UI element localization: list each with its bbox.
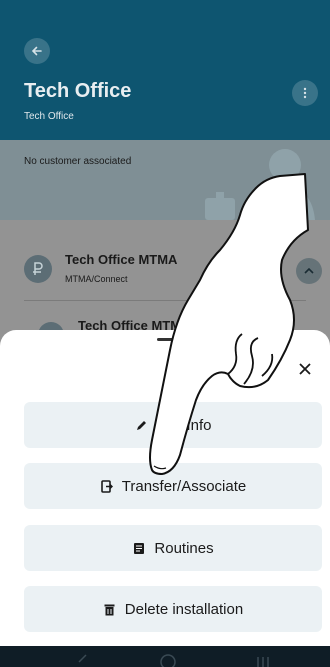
- more-options-button[interactable]: [292, 80, 318, 106]
- action-label: Routines: [154, 539, 214, 557]
- trash-icon: [103, 602, 117, 616]
- back-button[interactable]: [24, 38, 50, 64]
- back-nav-icon[interactable]: [76, 654, 90, 667]
- home-nav-icon[interactable]: [160, 652, 176, 667]
- action-label: Delete installation: [124, 600, 244, 618]
- page-title: Tech Office: [24, 80, 132, 102]
- routines-button[interactable]: Routines: [24, 525, 322, 571]
- action-label: Transfer/Associate: [121, 477, 247, 495]
- customer-status: No customer associated: [24, 156, 132, 167]
- routines-icon: [132, 541, 146, 555]
- pointing-hand-icon: [149, 173, 309, 475]
- more-vertical-icon: [303, 87, 307, 99]
- system-nav-bar: [0, 646, 330, 667]
- device-icon: [24, 255, 52, 283]
- arrow-left-icon: [31, 46, 42, 56]
- delete-installation-button[interactable]: Delete installation: [24, 586, 322, 632]
- device-subtitle: MTMA/Connect: [65, 274, 128, 284]
- page-subtitle: Tech Office: [24, 111, 74, 122]
- recents-nav-icon[interactable]: [256, 654, 270, 667]
- transfer-icon: [100, 479, 114, 493]
